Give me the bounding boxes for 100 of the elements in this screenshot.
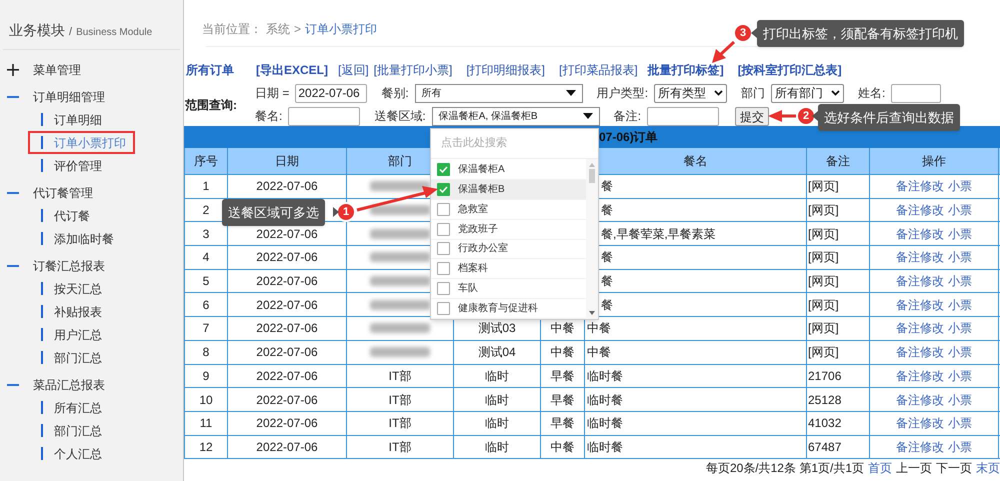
page-link[interactable]: 末页: [976, 459, 1000, 478]
scrollbar[interactable]: [586, 159, 598, 319]
search-field[interactable]: 点击此处搜索: [441, 135, 588, 152]
action-link[interactable]: 小票: [948, 201, 972, 220]
menu-item[interactable]: 个人汇总: [28, 442, 110, 465]
menu-item[interactable]: 订单小票打印: [28, 131, 135, 154]
menu-item[interactable]: 部门汇总: [28, 419, 110, 442]
menu-group[interactable]: 代订餐管理: [33, 184, 93, 202]
select-field[interactable]: 所有类型: [654, 84, 728, 102]
toolbar-link[interactable]: [批量打印小票]: [374, 61, 452, 79]
action-link[interactable]: 备注修改: [896, 224, 944, 243]
checkbox[interactable]: [437, 262, 450, 276]
scroll-thumb[interactable]: [589, 169, 595, 183]
table-cell-text: 早餐: [550, 415, 574, 432]
action-link[interactable]: 小票: [948, 296, 972, 314]
table-cell-text: 临时餐: [587, 415, 623, 432]
menu-item[interactable]: 所有汇总: [28, 396, 110, 419]
checkbox[interactable]: [437, 302, 450, 316]
menu-group[interactable]: 菜单管理: [33, 60, 81, 78]
page-link[interactable]: 首页: [868, 459, 892, 478]
toolbar-link[interactable]: 批量打印标签]: [648, 61, 724, 79]
input-field[interactable]: [891, 84, 942, 102]
dropdown-option[interactable]: 急救室: [431, 200, 586, 220]
action-link[interactable]: 备注修改: [896, 366, 944, 385]
checkbox[interactable]: [437, 162, 450, 176]
menu-group[interactable]: 订餐汇总报表: [33, 256, 105, 274]
breadcrumb-link[interactable]: 订单小票打印: [305, 20, 378, 38]
dropdown-option[interactable]: 健康教育与促进科: [431, 299, 586, 319]
toolbar-link[interactable]: [打印明细报表]: [466, 61, 546, 79]
submit-button[interactable]: 提交: [735, 106, 770, 126]
table-cell-text: [网页]: [807, 273, 839, 290]
action-link[interactable]: 备注修改: [896, 201, 944, 220]
menu-item[interactable]: 部门汇总: [28, 346, 110, 369]
table-cell-text: IT部: [388, 368, 412, 385]
dropdown-option[interactable]: 保温餐柜B: [431, 180, 586, 200]
action-link[interactable]: 小票: [948, 414, 972, 432]
checkbox[interactable]: [437, 222, 450, 236]
table-cell-text: 10: [199, 392, 213, 409]
action-link[interactable]: 小票: [948, 343, 972, 362]
page-summary: 每页20条/共12条 第1页/共1页: [706, 460, 864, 478]
action-link[interactable]: 备注修改: [896, 438, 944, 456]
action-link[interactable]: 小票: [948, 224, 972, 243]
input-field[interactable]: [288, 106, 360, 126]
dropdown-field[interactable]: 保温餐柜A, 保温餐柜B: [432, 106, 600, 126]
action-link[interactable]: 备注修改: [896, 414, 944, 432]
table-cell-text: 临时: [485, 368, 509, 385]
caret-icon: [582, 113, 593, 119]
action-link[interactable]: 小票: [948, 272, 972, 290]
table-cell-text: 2022-07-06: [256, 368, 318, 385]
table-cell-text: 8: [202, 344, 210, 362]
menu-item[interactable]: 代订餐: [28, 204, 98, 227]
column-header: 部门: [388, 153, 412, 170]
action-link[interactable]: 小票: [948, 390, 972, 409]
checkbox[interactable]: [437, 202, 450, 216]
toolbar-link[interactable]: [返回]: [338, 61, 369, 79]
blurred-text: [370, 228, 430, 239]
input-field[interactable]: [647, 106, 720, 126]
field-label: 用户类型:: [596, 85, 648, 102]
input-field[interactable]: 2022-07-06: [295, 84, 368, 102]
table-cell-text: 2022-07-06: [256, 438, 318, 456]
action-link[interactable]: 备注修改: [896, 272, 944, 290]
action-link[interactable]: 小票: [948, 438, 972, 456]
action-link[interactable]: 小票: [948, 248, 972, 266]
action-link[interactable]: 小票: [948, 177, 972, 196]
action-link[interactable]: 小票: [948, 319, 972, 338]
dropdown-option[interactable]: 档案科: [431, 259, 586, 280]
menu-item[interactable]: 添加临时餐: [28, 227, 122, 250]
toolbar-link[interactable]: [打印菜品报表]: [559, 61, 638, 79]
menu-group[interactable]: 菜品汇总报表: [33, 376, 105, 394]
action-link[interactable]: 小票: [948, 366, 972, 385]
dropdown-field[interactable]: 所有: [414, 84, 583, 102]
dropdown-option[interactable]: 车队: [431, 279, 586, 300]
action-link[interactable]: 备注修改: [896, 248, 944, 266]
select-field[interactable]: 所有部门: [771, 84, 844, 102]
action-link[interactable]: 备注修改: [896, 319, 944, 338]
dropdown-option[interactable]: 保温餐柜A: [431, 160, 586, 180]
menu-group[interactable]: 订单明细管理: [33, 88, 105, 106]
action-link[interactable]: 备注修改: [896, 343, 944, 362]
menu-item[interactable]: 订单明细: [28, 108, 110, 131]
toolbar-link[interactable]: [导出EXCEL]: [256, 61, 328, 79]
menu-item[interactable]: 用户汇总: [28, 323, 110, 346]
menu-item[interactable]: 补贴报表: [28, 300, 110, 323]
menu-item[interactable]: 按天汇总: [28, 277, 110, 300]
toolbar-link[interactable]: [按科室打印汇总表]: [738, 61, 842, 79]
table-cell-text: [网页]: [807, 178, 839, 196]
toolbar-link[interactable]: 所有订单: [186, 61, 234, 79]
table-cell-text: 临时: [485, 415, 509, 432]
dropdown-option[interactable]: 行政办公室: [431, 240, 586, 260]
breadcrumb-link[interactable]: 系统: [266, 20, 290, 38]
blurred-text: [370, 181, 430, 192]
action-link[interactable]: 备注修改: [896, 296, 944, 314]
action-link[interactable]: 备注修改: [896, 390, 944, 409]
menu-item[interactable]: 评价管理: [28, 154, 110, 177]
module-subtitle: Business Module: [76, 26, 152, 40]
checkbox[interactable]: [437, 242, 450, 256]
checkbox[interactable]: [437, 282, 450, 296]
checkbox[interactable]: [437, 182, 450, 196]
table-cell-text: 3: [202, 226, 210, 243]
action-link[interactable]: 备注修改: [896, 177, 944, 196]
dropdown-option[interactable]: 党政班子: [431, 220, 586, 240]
